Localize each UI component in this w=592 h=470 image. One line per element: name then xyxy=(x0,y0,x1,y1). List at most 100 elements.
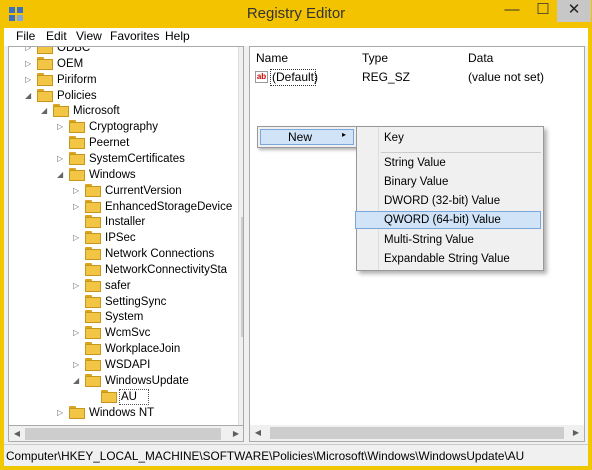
scroll-right-arrow-icon[interactable]: ▶ xyxy=(228,426,244,442)
expand-arrow-icon[interactable]: ▷ xyxy=(57,151,65,167)
column-header-name[interactable]: Name xyxy=(256,51,288,65)
tree-node[interactable]: AU xyxy=(9,388,237,405)
expand-arrow-icon[interactable]: ▷ xyxy=(73,278,81,294)
tree-horizontal-scrollbar[interactable]: ◀ ▶ xyxy=(8,426,244,442)
menu-item-dword-value[interactable]: DWORD (32-bit) Value xyxy=(384,195,500,207)
tree-node[interactable]: ▷ SystemCertificates xyxy=(9,151,237,167)
maximize-button[interactable]: ☐ xyxy=(528,0,558,22)
tree-node[interactable]: ▷ IPSec xyxy=(9,230,237,246)
expand-arrow-icon xyxy=(57,135,65,151)
tree-node[interactable]: NetworkConnectivitySta xyxy=(9,262,237,278)
expand-arrow-icon[interactable]: ▷ xyxy=(57,119,65,135)
menu-view[interactable]: View xyxy=(76,29,102,43)
close-button[interactable]: ✕ xyxy=(557,0,591,22)
expand-arrow-icon[interactable]: ▷ xyxy=(73,199,81,215)
tree-node[interactable]: ◢ WindowsUpdate xyxy=(9,373,237,389)
tree-node[interactable]: ◢ Microsoft xyxy=(9,103,237,119)
tree-node[interactable]: ▷ WcmSvc xyxy=(9,325,237,341)
folder-icon xyxy=(85,373,101,387)
menu-file[interactable]: File xyxy=(16,29,35,43)
tree-node[interactable]: ◢ Policies xyxy=(9,88,237,104)
tree-node[interactable]: ▷ ODBC xyxy=(9,47,237,56)
tree-node[interactable]: ▷ WSDAPI xyxy=(9,357,237,373)
tree-node-label: Peernet xyxy=(89,137,130,150)
tree-vertical-scrollbar[interactable]: ▲ ▼ xyxy=(238,47,243,425)
collapse-arrow-icon[interactable]: ◢ xyxy=(73,373,81,389)
collapse-arrow-icon[interactable]: ◢ xyxy=(25,88,33,104)
minimize-button[interactable]: — xyxy=(497,0,527,22)
tree-node-label: SettingSync xyxy=(105,295,167,308)
column-header-data[interactable]: Data xyxy=(468,51,493,65)
folder-icon xyxy=(53,104,69,118)
status-path: Computer\HKEY_LOCAL_MACHINE\SOFTWARE\Pol… xyxy=(6,449,525,463)
folder-icon xyxy=(69,405,85,419)
tree-node[interactable]: ◢ Windows xyxy=(9,167,237,183)
scroll-up-arrow-icon[interactable]: ▲ xyxy=(239,47,243,63)
expand-arrow-icon xyxy=(73,294,81,310)
expand-arrow-icon[interactable]: ▷ xyxy=(25,47,33,56)
folder-icon xyxy=(85,183,101,197)
scroll-left-arrow-icon[interactable]: ◀ xyxy=(9,426,25,442)
menu-item-binary-value[interactable]: Binary Value xyxy=(384,176,448,188)
tree-node[interactable]: ▷ EnhancedStorageDevice xyxy=(9,199,237,215)
menu-item-multi-string-value[interactable]: Multi-String Value xyxy=(384,234,474,246)
tree-node[interactable]: ▷ OEM xyxy=(9,56,237,72)
menu-bar: File Edit View Favorites Help xyxy=(4,28,588,46)
tree-node[interactable]: SettingSync xyxy=(9,294,237,310)
value-name[interactable]: (Default) xyxy=(272,69,318,86)
folder-icon xyxy=(37,47,53,54)
tree-node[interactable]: ▷ Windows NT xyxy=(9,405,237,421)
collapse-arrow-icon[interactable]: ◢ xyxy=(41,103,49,119)
menu-favorites[interactable]: Favorites xyxy=(110,29,159,43)
status-bar: Computer\HKEY_LOCAL_MACHINE\SOFTWARE\Pol… xyxy=(4,444,588,466)
tree-hscroll-thumb[interactable] xyxy=(25,428,221,440)
tree-node-label: Cryptography xyxy=(89,121,159,134)
folder-icon xyxy=(37,72,53,86)
tree-node[interactable]: System xyxy=(9,309,237,325)
tree-node[interactable]: ▷ Cryptography xyxy=(9,119,237,135)
scroll-down-arrow-icon[interactable]: ▼ xyxy=(239,411,243,425)
collapse-arrow-icon[interactable]: ◢ xyxy=(57,167,65,183)
tree-node-label: Policies xyxy=(57,89,97,102)
tree-node[interactable]: Installer xyxy=(9,214,237,230)
menu-item-string-value[interactable]: String Value xyxy=(384,157,446,169)
folder-icon xyxy=(85,247,101,261)
list-scroll-right-icon[interactable]: ▶ xyxy=(568,425,584,441)
expand-arrow-icon[interactable]: ▷ xyxy=(73,183,81,199)
list-hscroll-thumb[interactable] xyxy=(270,427,564,439)
menu-item-expandable-string-value[interactable]: Expandable String Value xyxy=(384,253,510,265)
menu-item-qword-value[interactable]: QWORD (64-bit) Value xyxy=(384,214,501,226)
expand-arrow-icon[interactable]: ▷ xyxy=(57,405,65,421)
expand-arrow-icon xyxy=(73,309,81,325)
menu-item-key[interactable]: Key xyxy=(384,132,404,144)
submenu-arrow-icon: ▸ xyxy=(342,130,347,139)
expand-arrow-icon xyxy=(73,341,81,357)
list-scroll-left-icon[interactable]: ◀ xyxy=(250,425,266,441)
folder-icon xyxy=(85,278,101,292)
column-header-type[interactable]: Type xyxy=(362,51,388,65)
tree-node[interactable]: ▷ CurrentVersion xyxy=(9,183,237,199)
expand-arrow-icon[interactable]: ▷ xyxy=(25,56,33,72)
tree-node-label: Microsoft xyxy=(73,105,120,118)
expand-arrow-icon[interactable]: ▷ xyxy=(73,325,81,341)
tree-node[interactable]: ▷ Piriform xyxy=(9,72,237,88)
folder-icon xyxy=(85,358,101,371)
list-horizontal-scrollbar[interactable]: ◀ ▶ xyxy=(250,425,584,441)
expand-arrow-icon xyxy=(73,246,81,262)
folder-icon xyxy=(69,120,85,134)
title-bar[interactable]: Registry Editor — ☐ ✕ xyxy=(0,0,592,28)
tree-node-label: Network Connections xyxy=(105,248,215,261)
tree-node[interactable]: WorkplaceJoin xyxy=(9,341,237,357)
tree-node[interactable]: Network Connections xyxy=(9,246,237,262)
menu-edit[interactable]: Edit xyxy=(46,29,67,43)
menu-help[interactable]: Help xyxy=(165,29,190,43)
tree-node[interactable]: ▷ safer xyxy=(9,278,237,294)
expand-arrow-icon[interactable]: ▷ xyxy=(73,230,81,246)
context-menu: New ▸ xyxy=(257,126,357,148)
folder-icon xyxy=(85,310,101,324)
tree-scroll-thumb[interactable] xyxy=(241,217,243,337)
expand-arrow-icon[interactable]: ▷ xyxy=(25,72,33,88)
expand-arrow-icon[interactable]: ▷ xyxy=(73,357,81,373)
tree-node[interactable]: Peernet xyxy=(9,135,237,151)
registry-tree[interactable]: ▷ Windows NT AU ◢ WindowsUpdate ▷ WSDAPI Workpl… xyxy=(8,46,244,426)
